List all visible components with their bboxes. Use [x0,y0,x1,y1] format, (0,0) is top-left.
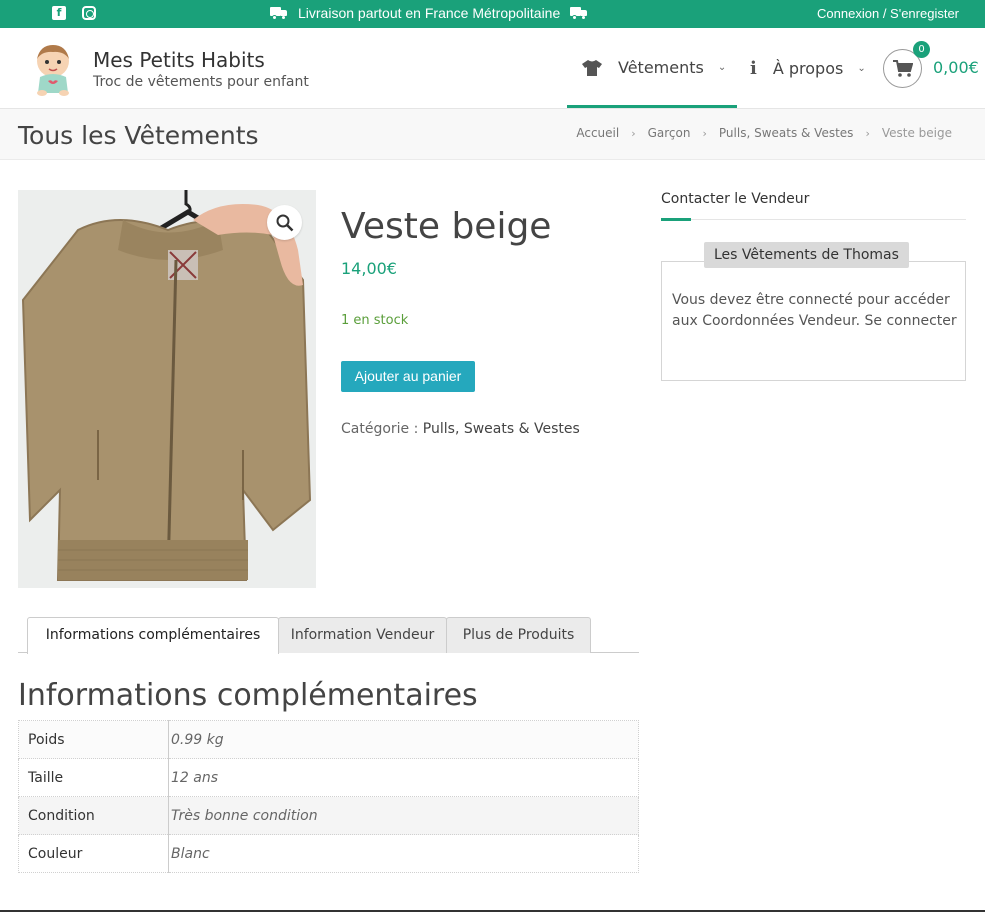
vendor-name: Les Vêtements de Thomas [704,242,909,268]
chevron-down-icon: ⌄ [717,62,727,73]
attribute-label: Poids [18,720,169,759]
jacket-photo [18,190,316,588]
cart-icon [892,59,913,77]
add-to-cart-button[interactable]: Ajouter au panier [341,361,475,392]
attribute-value: 12 ans [168,758,639,797]
attribute-value: Blanc [168,834,639,873]
login-register-link[interactable]: Connexion / S'enregister [817,6,959,21]
breadcrumb-current: Veste beige [881,126,952,140]
breadcrumb-category[interactable]: Pulls, Sweats & Vestes [719,126,854,140]
widget-divider [661,219,966,220]
table-row: Poids 0.99 kg [18,720,639,759]
chevron-right-icon: › [702,126,707,140]
product-category: Catégorie : Pulls, Sweats & Vestes [341,421,580,437]
site-logo[interactable] [28,41,78,97]
attribute-value: 0.99 kg [168,720,639,759]
tab-plus-de-produits[interactable]: Plus de Produits [446,617,591,653]
page-title: Tous les Vêtements [18,121,259,150]
top-bar: f Livraison partout en France Métropolit… [0,0,985,28]
nav-label: Vêtements [618,58,704,77]
widget-title: Contacter le Vendeur [661,191,810,207]
category-label: Catégorie : [341,421,419,437]
social-links: f [52,6,96,20]
info-icon: i [750,58,757,79]
tshirt-icon [582,59,602,76]
facebook-icon[interactable]: f [52,6,66,20]
product-title: Veste beige [341,206,552,247]
tab-informations-complementaires[interactable]: Informations complémentaires [27,617,279,654]
product-price: 14,00€ [341,259,397,278]
breadcrumb: Accueil › Garçon › Pulls, Sweats & Veste… [576,126,952,140]
table-row: Couleur Blanc [18,834,639,873]
chevron-right-icon: › [865,126,870,140]
tab-information-vendeur[interactable]: Information Vendeur [278,617,447,653]
attribute-label: Condition [18,796,169,835]
chevron-right-icon: › [631,126,636,140]
truck-icon [570,7,588,20]
widget-divider-accent [661,218,691,221]
stock-status: 1 en stock [341,313,409,328]
attributes-table: Poids 0.99 kg Taille 12 ans Condition Tr… [18,720,639,873]
magnifier-icon [276,214,293,231]
site-tagline: Troc de vêtements pour enfant [93,74,309,90]
attribute-label: Couleur [18,834,169,873]
chevron-down-icon: ⌄ [857,63,866,74]
truck-icon [270,7,288,20]
attribute-value: Très bonne condition [168,796,639,835]
page-title-bar: Tous les Vêtements Accueil › Garçon › Pu… [0,109,985,160]
product-image[interactable] [18,190,316,588]
breadcrumb-home[interactable]: Accueil [576,126,619,140]
cart-total[interactable]: 0,00€ [933,58,979,77]
nav-a-propos[interactable]: i À propos ⌄ [750,58,866,79]
nav-vetements[interactable]: Vêtements ⌄ [582,58,726,77]
cart-count-badge: 0 [913,41,930,58]
site-header: Mes Petits Habits Troc de vêtements pour… [0,28,985,109]
table-row: Condition Très bonne condition [18,796,639,835]
attribute-label: Taille [18,758,169,797]
zoom-button[interactable] [267,205,302,240]
instagram-icon[interactable] [82,6,96,20]
info-heading: Informations complémentaires [18,678,478,713]
delivery-text: Livraison partout en France Métropolitai… [298,5,561,21]
category-link[interactable]: Pulls, Sweats & Vestes [423,421,580,437]
nav-active-indicator [567,105,737,108]
nav-label: À propos [772,59,844,78]
site-title[interactable]: Mes Petits Habits [93,48,265,72]
delivery-banner: Livraison partout en France Métropolitai… [270,5,588,21]
breadcrumb-garcon[interactable]: Garçon [648,126,691,140]
vendor-message[interactable]: Vous devez être connecté pour accéder au… [672,290,957,332]
table-row: Taille 12 ans [18,758,639,797]
